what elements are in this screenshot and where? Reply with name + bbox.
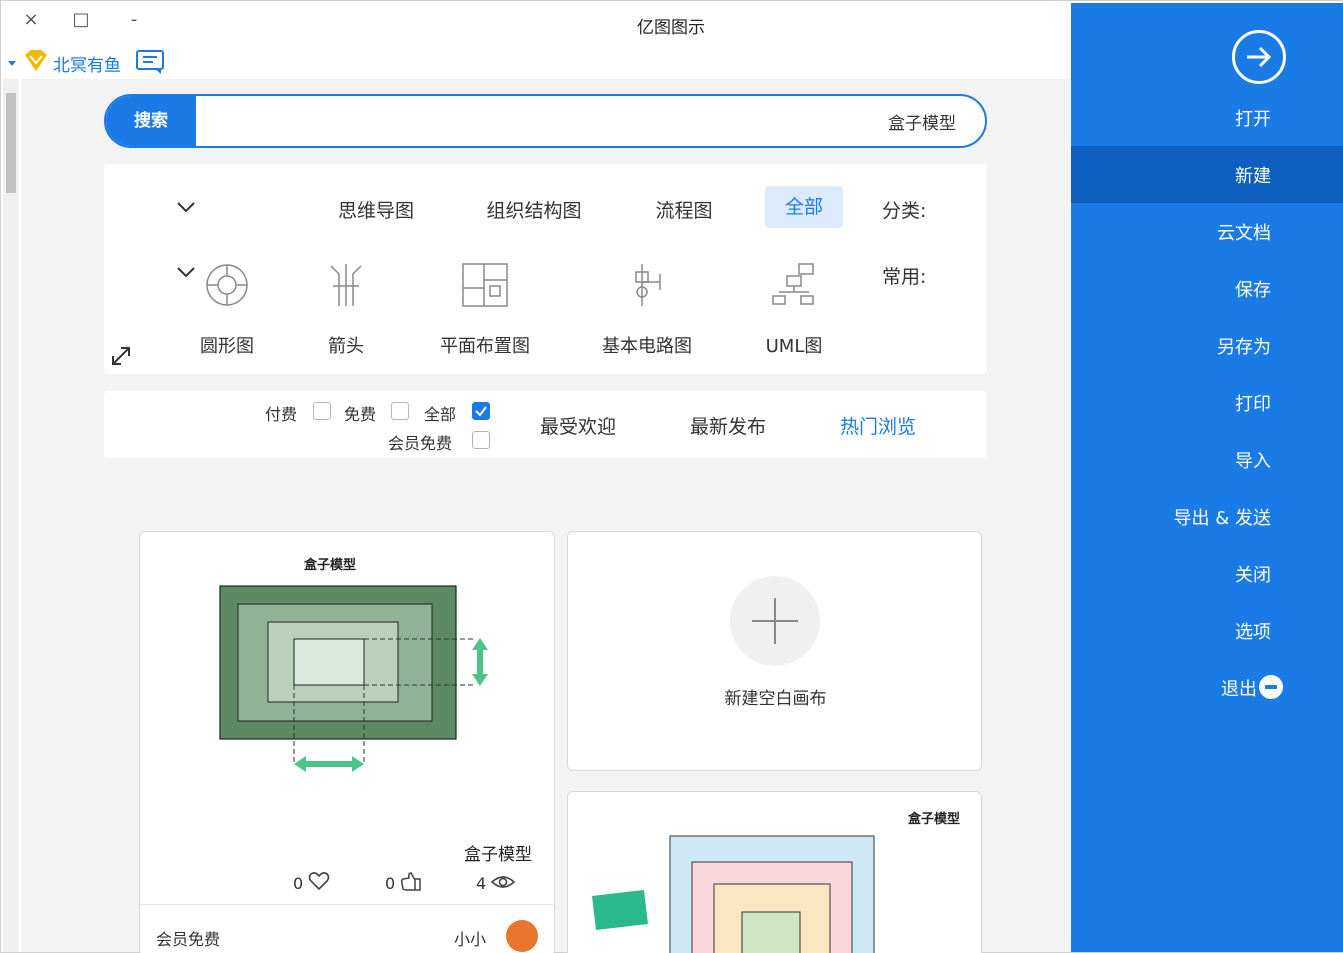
thumbnail-title: 盒子模型 (304, 558, 357, 573)
plus-icon (730, 576, 820, 666)
filter-panel: 热门浏览 最新发布 最受欢迎 全部 免费 付费 会员免费 (104, 391, 987, 458)
search-bar: 搜索 (104, 94, 987, 148)
check-icon (475, 406, 487, 417)
chevron-down-icon[interactable] (175, 196, 197, 218)
common-item-label: UML图 (765, 336, 823, 357)
common-item-arrow[interactable]: 箭头 (276, 262, 416, 357)
common-item-label: 圆形图 (200, 336, 254, 357)
avatar[interactable] (506, 920, 538, 952)
window-title: 亿图图示 (637, 18, 705, 38)
heart-icon[interactable] (308, 871, 330, 891)
circuit-icon (635, 264, 661, 306)
menu-item-label: 导出 & 发送 (1173, 508, 1271, 529)
expand-icon[interactable] (109, 344, 133, 368)
menu-item-print[interactable]: 打印 (1071, 374, 1343, 431)
likes-count: 0 (385, 874, 396, 893)
filter-paid-label: 付费 (265, 405, 298, 424)
menu-item-label: 打开 (1235, 109, 1271, 130)
menu-item-label: 云文档 (1217, 223, 1271, 244)
menu-item-label: 关闭 (1235, 565, 1271, 586)
search-button[interactable]: 搜索 (106, 96, 196, 146)
category-label: 分类: (882, 200, 927, 222)
uml-icon (772, 263, 814, 305)
thumbs-up-icon[interactable] (400, 870, 422, 892)
category-panel: 分类: 全部 流程图 组织结构图 思维导图 常用: UML图 基本电路图 平面布… (104, 164, 987, 374)
sort-tab-hot[interactable]: 热门浏览 (840, 412, 916, 439)
box-model-thumbnail (219, 585, 488, 772)
caret-down-icon[interactable] (7, 59, 17, 67)
menu-item-save[interactable]: 保存 (1071, 260, 1343, 317)
author-name[interactable]: 小小 (454, 926, 486, 950)
filter-member-free-label: 会员免费 (388, 434, 453, 453)
menu-item-import[interactable]: 导入 (1071, 431, 1343, 488)
scrollbar-thumb[interactable] (6, 93, 16, 193)
template-name[interactable]: 盒子模型 (464, 840, 532, 865)
template-card[interactable]: 盒子模型 盒子模型 4 0 0 小小 会员免费 (139, 531, 555, 953)
template-card[interactable]: 盒子模型 (567, 791, 982, 953)
common-item-label: 平面布置图 (440, 336, 530, 357)
username[interactable]: 北冥有鱼 (53, 51, 121, 76)
common-item-label: 箭头 (328, 336, 364, 357)
filter-all-label: 全部 (424, 405, 457, 424)
sort-tab-popular[interactable]: 最受欢迎 (540, 412, 616, 439)
message-icon[interactable] (135, 49, 165, 75)
filter-paid-checkbox[interactable] (313, 402, 331, 420)
back-arrow-icon[interactable] (1232, 30, 1286, 84)
exit-icon (1259, 675, 1283, 699)
arrow-shape-icon (330, 264, 362, 306)
menu-item-close[interactable]: 关闭 (1071, 545, 1343, 602)
floorplan-icon (462, 263, 508, 307)
menu-item-open[interactable]: 打开 (1071, 89, 1343, 146)
filter-free-label: 免费 (344, 405, 377, 424)
close-window-button[interactable]: × (19, 9, 43, 33)
tab-all[interactable]: 全部 (765, 186, 843, 228)
search-input[interactable] (201, 96, 976, 146)
thumbnail-title: 盒子模型 (908, 812, 961, 827)
box-model-thumbnail (592, 835, 875, 953)
title-bar: × □ - 亿图图示 (1, 1, 1071, 45)
menu-item-options[interactable]: 选项 (1071, 602, 1343, 659)
favorites-count: 0 (293, 874, 304, 893)
price-label: 会员免费 (156, 930, 221, 949)
views-count: 4 (476, 874, 487, 893)
new-blank-canvas-label: 新建空白画布 (724, 689, 827, 709)
menu-item-cloud-docs[interactable]: 云文档 (1071, 203, 1343, 260)
maximize-window-button[interactable]: □ (69, 9, 93, 33)
common-label: 常用: (882, 266, 927, 288)
menu-item-label: 选项 (1235, 622, 1271, 643)
vertical-scrollbar[interactable] (3, 79, 19, 952)
filter-all-checkbox[interactable] (472, 402, 490, 420)
common-item-uml[interactable]: UML图 (724, 262, 864, 357)
user-bar[interactable]: 北冥有鱼 (1, 45, 1071, 79)
tab-flowchart[interactable]: 流程图 (644, 196, 724, 223)
menu-item-label: 保存 (1235, 280, 1271, 301)
vip-badge-icon (25, 50, 47, 71)
new-blank-canvas-card[interactable]: 新建空白画布 (567, 531, 982, 771)
common-item-label: 基本电路图 (602, 336, 692, 357)
common-item-floorplan[interactable]: 平面布置图 (415, 262, 555, 357)
menu-item-label: 打印 (1235, 394, 1271, 415)
chevron-down-icon[interactable] (175, 261, 197, 283)
circle-chart-icon (206, 264, 248, 306)
tab-mind-map[interactable]: 思维导图 (326, 196, 426, 223)
menu-item-label: 退出 (1221, 679, 1257, 700)
divider (140, 904, 554, 905)
sort-tab-newest[interactable]: 最新发布 (690, 412, 766, 439)
tab-org-chart[interactable]: 组织结构图 (474, 196, 594, 223)
menu-item-export-send[interactable]: 导出 & 发送 (1071, 488, 1343, 545)
menu-item-label: 另存为 (1217, 337, 1271, 358)
app-window: × □ - 亿图图示 北冥有鱼 搜索 分类: 全部 流程图 组织 (0, 0, 1343, 953)
menu-item-exit[interactable]: 退出 (1071, 659, 1343, 716)
file-menu-sidebar: 打开 新建 云文档 保存 另存为 打印 导入 导出 & 发送 关闭 选项 退出 (1071, 3, 1343, 952)
filter-free-checkbox[interactable] (391, 402, 409, 420)
menu-item-label: 新建 (1235, 166, 1271, 187)
common-item-circuit[interactable]: 基本电路图 (577, 262, 717, 357)
eye-icon (490, 876, 516, 888)
menu-item-save-as[interactable]: 另存为 (1071, 317, 1343, 374)
menu-item-new[interactable]: 新建 (1071, 146, 1343, 203)
filter-member-free-checkbox[interactable] (472, 431, 490, 449)
menu-item-label: 导入 (1235, 451, 1271, 472)
minimize-window-button[interactable]: - (122, 9, 146, 33)
